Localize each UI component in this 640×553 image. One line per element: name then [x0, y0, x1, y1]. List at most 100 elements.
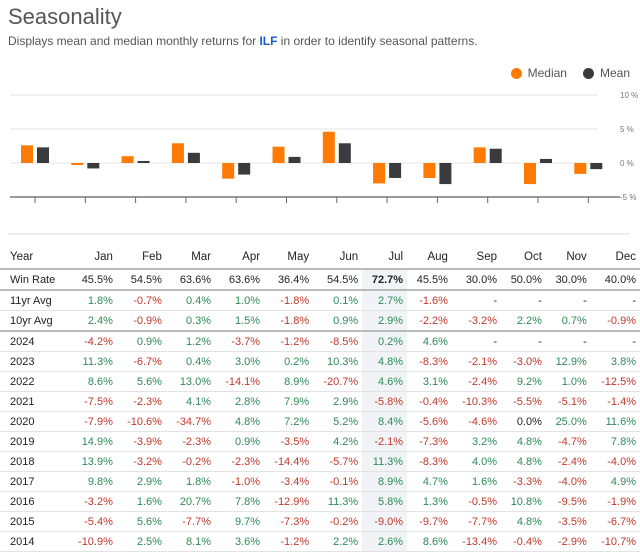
column-header-jun[interactable]: Jun [313, 246, 363, 270]
median-bar[interactable] [121, 156, 134, 163]
table-cell: -4.7% [545, 431, 591, 452]
subtitle-suffix: in order to identify seasonal patterns. [277, 34, 478, 48]
table-row: 2015 -5.4% 5.6% -7.7% 9.7% -7.3% -0.2% -9.0% -9.… [0, 511, 640, 532]
median-bar[interactable] [373, 163, 386, 184]
median-bar[interactable] [222, 163, 235, 179]
median-bar[interactable] [524, 163, 536, 185]
legend-item-median[interactable]: Median [510, 66, 567, 80]
column-header-may[interactable]: May [264, 246, 314, 270]
table-cell: 9.2% [501, 371, 546, 392]
column-header-sep[interactable]: Sep [451, 246, 502, 270]
table-cell: 54.5% [116, 269, 166, 291]
column-header-nov[interactable]: Nov [545, 246, 591, 270]
table-cell: -5.8% [362, 391, 408, 412]
row-label: 2016 [0, 491, 68, 512]
column-header-feb[interactable]: Feb [116, 246, 166, 270]
row-label: 2024 [0, 331, 68, 352]
table-cell: 50.0% [501, 269, 546, 291]
average-row: 10yr Avg 2.4% -0.9% 0.3% 1.5% -1.8% 0.9% 2.9% -2… [0, 310, 640, 332]
row-label: Win Rate [0, 269, 68, 291]
table-cell: 4.0% [451, 451, 502, 472]
table-cell: 2.6% [362, 531, 408, 552]
median-bar[interactable] [473, 147, 486, 163]
median-bar[interactable] [272, 146, 285, 163]
table-cell: 4.8% [501, 431, 546, 452]
column-header-jan[interactable]: Jan [67, 246, 117, 270]
table-cell: -3.7% [215, 331, 265, 352]
table-cell: 1.6% [451, 471, 502, 492]
table-cell: 36.4% [264, 269, 314, 291]
table-cell: -0.7% [116, 290, 166, 311]
table-cell: 11.6% [590, 411, 640, 432]
row-label: 10yr Avg [0, 310, 68, 332]
table-cell: -0.5% [451, 491, 502, 512]
table-cell: 2.2% [501, 310, 546, 332]
table-cell: 20.7% [165, 491, 216, 512]
mean-bar[interactable] [590, 163, 603, 170]
table-cell: -7.7% [451, 511, 502, 532]
table-cell: -5.6% [407, 411, 452, 432]
table-cell: -2.9% [545, 531, 591, 552]
median-bar[interactable] [423, 163, 436, 178]
table-cell: -0.9% [116, 310, 166, 332]
y-tick-label: -5 % [620, 193, 636, 202]
table-cell: -12.9% [264, 491, 314, 512]
table-cell: - [451, 290, 502, 311]
mean-bar[interactable] [489, 148, 502, 163]
legend-item-mean[interactable]: Mean [582, 66, 630, 80]
median-bar[interactable] [574, 163, 587, 174]
table-row: 2022 8.6% 5.6% 13.0% -14.1% 8.9% -20.7% 4.6% 3.1… [0, 371, 640, 392]
mean-dot-icon [582, 67, 594, 79]
median-bar[interactable] [171, 143, 184, 163]
mean-bar[interactable] [238, 163, 251, 175]
table-cell: -12.5% [590, 371, 640, 392]
column-header-mar[interactable]: Mar [165, 246, 216, 270]
median-bar[interactable] [21, 145, 33, 163]
row-label: 2018 [0, 451, 68, 472]
table-cell: 14.9% [67, 431, 117, 452]
column-header-oct[interactable]: Oct [501, 246, 546, 270]
table-cell: -2.3% [165, 431, 216, 452]
column-header-year[interactable]: Year [0, 246, 68, 270]
ticker-link[interactable]: ILF [259, 34, 277, 48]
column-header-dec[interactable]: Dec [590, 246, 640, 270]
table-cell: -2.4% [545, 451, 591, 472]
mean-bar[interactable] [37, 147, 49, 163]
table-cell: -3.3% [501, 471, 546, 492]
table-cell: 0.9% [116, 331, 166, 352]
table-cell: -8.5% [313, 331, 363, 352]
mean-bar[interactable] [137, 160, 150, 163]
table-row: 2020 -7.9% -10.6% -34.7% 4.8% 7.2% 5.2% 8.4% -5.… [0, 411, 640, 432]
column-header-aug[interactable]: Aug [407, 246, 452, 270]
table-cell: 3.6% [215, 531, 265, 552]
column-header-apr[interactable]: Apr [215, 246, 265, 270]
table-cell: 4.8% [215, 411, 265, 432]
table-cell: -7.5% [67, 391, 117, 412]
y-tick-label: 0 % [620, 159, 634, 168]
mean-bar[interactable] [338, 143, 351, 163]
table-cell: 4.9% [590, 471, 640, 492]
mean-bar[interactable] [439, 163, 452, 185]
median-bar[interactable] [322, 131, 335, 163]
median-bar[interactable] [71, 163, 84, 166]
row-label: 2020 [0, 411, 68, 432]
table-cell: -8.3% [407, 451, 452, 472]
mean-bar[interactable] [389, 163, 402, 178]
mean-bar[interactable] [87, 163, 100, 169]
column-header-jul[interactable]: Jul [362, 246, 408, 270]
table-cell: -13.4% [451, 531, 502, 552]
table-cell: 7.2% [264, 411, 314, 432]
mean-bar[interactable] [540, 158, 552, 163]
table-cell: -3.2% [451, 310, 502, 332]
table-cell: 3.8% [590, 351, 640, 372]
row-label: 2015 [0, 511, 68, 532]
table-cell: 2.4% [67, 310, 117, 332]
table-cell: 1.8% [165, 471, 216, 492]
mean-bar[interactable] [288, 156, 301, 163]
table-cell: -2.1% [362, 431, 408, 452]
table-cell: 5.6% [116, 371, 166, 392]
table-cell: 13.9% [67, 451, 117, 472]
mean-bar[interactable] [187, 152, 200, 163]
table-cell: 0.4% [165, 290, 216, 311]
table-cell: 0.0% [501, 411, 546, 432]
